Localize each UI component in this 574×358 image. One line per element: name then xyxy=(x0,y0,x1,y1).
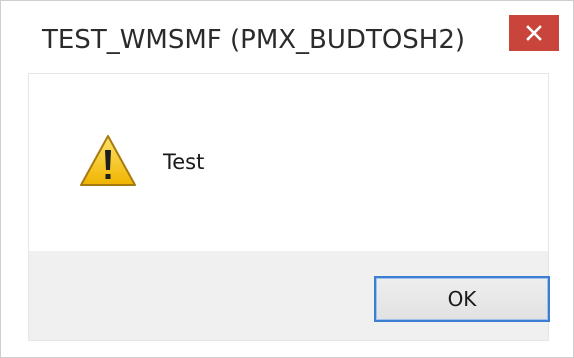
message-text: Test xyxy=(163,150,205,174)
button-bar: OK xyxy=(28,251,550,341)
warning-icon xyxy=(80,135,136,186)
close-icon xyxy=(526,25,542,41)
window-title: TEST_WMSMF (PMX_BUDTOSH2) xyxy=(42,25,466,55)
close-button[interactable] xyxy=(509,15,559,51)
ok-button[interactable]: OK xyxy=(374,276,550,322)
message-box-window: TEST_WMSMF (PMX_BUDTOSH2) Test OK xyxy=(0,0,574,358)
title-bar[interactable]: TEST_WMSMF (PMX_BUDTOSH2) xyxy=(1,1,573,73)
message-area: Test xyxy=(28,73,549,251)
